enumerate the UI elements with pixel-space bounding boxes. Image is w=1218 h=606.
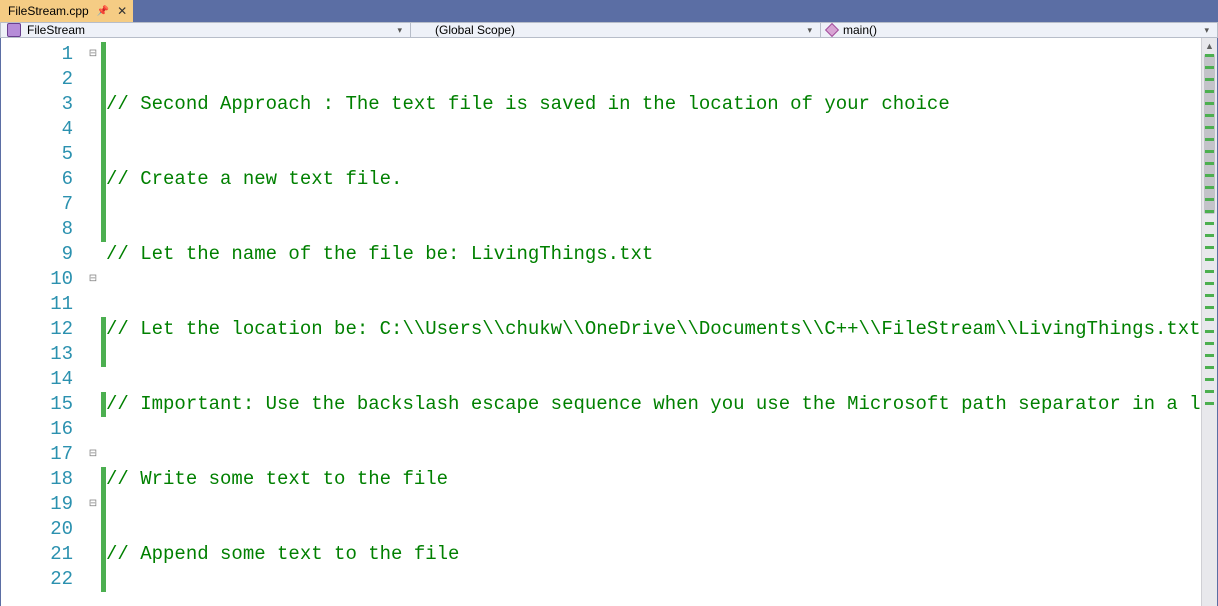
line-number: 18 [15, 467, 73, 492]
line-number: 4 [15, 117, 73, 142]
fold-toggle [85, 367, 101, 392]
fold-toggle [85, 542, 101, 567]
line-number: 16 [15, 417, 73, 442]
scope-dropdown[interactable]: (Global Scope) ▾ [411, 23, 821, 37]
code-line: // Let the name of the file be: LivingTh… [106, 243, 653, 265]
line-number: 5 [15, 142, 73, 167]
fold-toggle [85, 317, 101, 342]
member-dropdown[interactable]: main() ▾ [821, 23, 1218, 37]
chevron-down-icon: ▾ [1204, 25, 1211, 36]
close-icon[interactable]: ✕ [117, 4, 127, 18]
fold-toggle [85, 217, 101, 242]
chevron-down-icon: ▾ [397, 25, 404, 36]
line-number: 6 [15, 167, 73, 192]
fold-toggle [85, 192, 101, 217]
line-number: 21 [15, 542, 73, 567]
project-label: FileStream [27, 23, 85, 37]
line-number: 13 [15, 342, 73, 367]
scope-label: (Global Scope) [417, 23, 515, 37]
line-number: 17 [15, 442, 73, 467]
code-editor[interactable]: // Second Approach : The text file is sa… [106, 38, 1201, 606]
active-file-tab[interactable]: FileStream.cpp 📌 ✕ [0, 0, 133, 22]
tab-strip: FileStream.cpp 📌 ✕ [0, 0, 1218, 22]
line-number: 12 [15, 317, 73, 342]
fold-toggle [85, 117, 101, 142]
line-number: 20 [15, 517, 73, 542]
line-number: 8 [15, 217, 73, 242]
fold-toggle[interactable]: ⊟ [85, 492, 101, 517]
fold-toggle [85, 92, 101, 117]
fold-toggle[interactable]: ⊟ [85, 267, 101, 292]
editor-main: 12345678910111213141516171819202122 ⊟⊟⊟⊟… [0, 38, 1218, 606]
navigation-bar: FileStream ▾ (Global Scope) ▾ main() ▾ [0, 22, 1218, 38]
function-icon [825, 23, 839, 37]
code-line: // Create a new text file. [106, 168, 402, 190]
line-number: 15 [15, 392, 73, 417]
line-number: 3 [15, 92, 73, 117]
fold-toggle[interactable]: ⊟ [85, 442, 101, 467]
code-line: // Write some text to the file [106, 468, 448, 490]
indicator-margin [1, 38, 15, 606]
fold-toggle [85, 417, 101, 442]
code-line: // Important: Use the backslash escape s… [106, 393, 1201, 415]
fold-toggle [85, 242, 101, 267]
chevron-down-icon: ▾ [807, 25, 814, 36]
fold-toggle[interactable]: ⊟ [85, 42, 101, 67]
line-number: 7 [15, 192, 73, 217]
line-number: 19 [15, 492, 73, 517]
member-label: main() [843, 23, 877, 37]
line-number: 14 [15, 367, 73, 392]
editor-window: FileStream.cpp 📌 ✕ FileStream ▾ (Global … [0, 0, 1218, 606]
code-line: // Second Approach : The text file is sa… [106, 93, 950, 115]
fold-toggle [85, 467, 101, 492]
fold-toggle [85, 567, 101, 592]
fold-toggle [85, 517, 101, 542]
tab-filename: FileStream.cpp [8, 4, 89, 18]
vertical-scrollbar[interactable]: ▲ ▼ [1201, 38, 1217, 606]
fold-toggle [85, 142, 101, 167]
line-number: 11 [15, 292, 73, 317]
fold-toggle [85, 292, 101, 317]
code-line: // Let the location be: C:\\Users\\chukw… [106, 318, 1201, 340]
fold-toggle [85, 67, 101, 92]
line-number: 2 [15, 67, 73, 92]
fold-toggle [85, 167, 101, 192]
fold-toggle [85, 392, 101, 417]
line-number: 22 [15, 567, 73, 592]
code-line: // Append some text to the file [106, 543, 459, 565]
project-dropdown[interactable]: FileStream ▾ [1, 23, 411, 37]
outlining-margin[interactable]: ⊟ ⊟ ⊟ ⊟ [85, 38, 101, 606]
line-number: 1 [15, 42, 73, 67]
project-icon [7, 23, 21, 37]
line-number: 10 [15, 267, 73, 292]
scroll-up-button[interactable]: ▲ [1202, 38, 1217, 54]
fold-toggle [85, 342, 101, 367]
pin-icon[interactable]: 📌 [97, 6, 109, 17]
line-number-gutter: 12345678910111213141516171819202122 [15, 38, 85, 606]
line-number: 9 [15, 242, 73, 267]
